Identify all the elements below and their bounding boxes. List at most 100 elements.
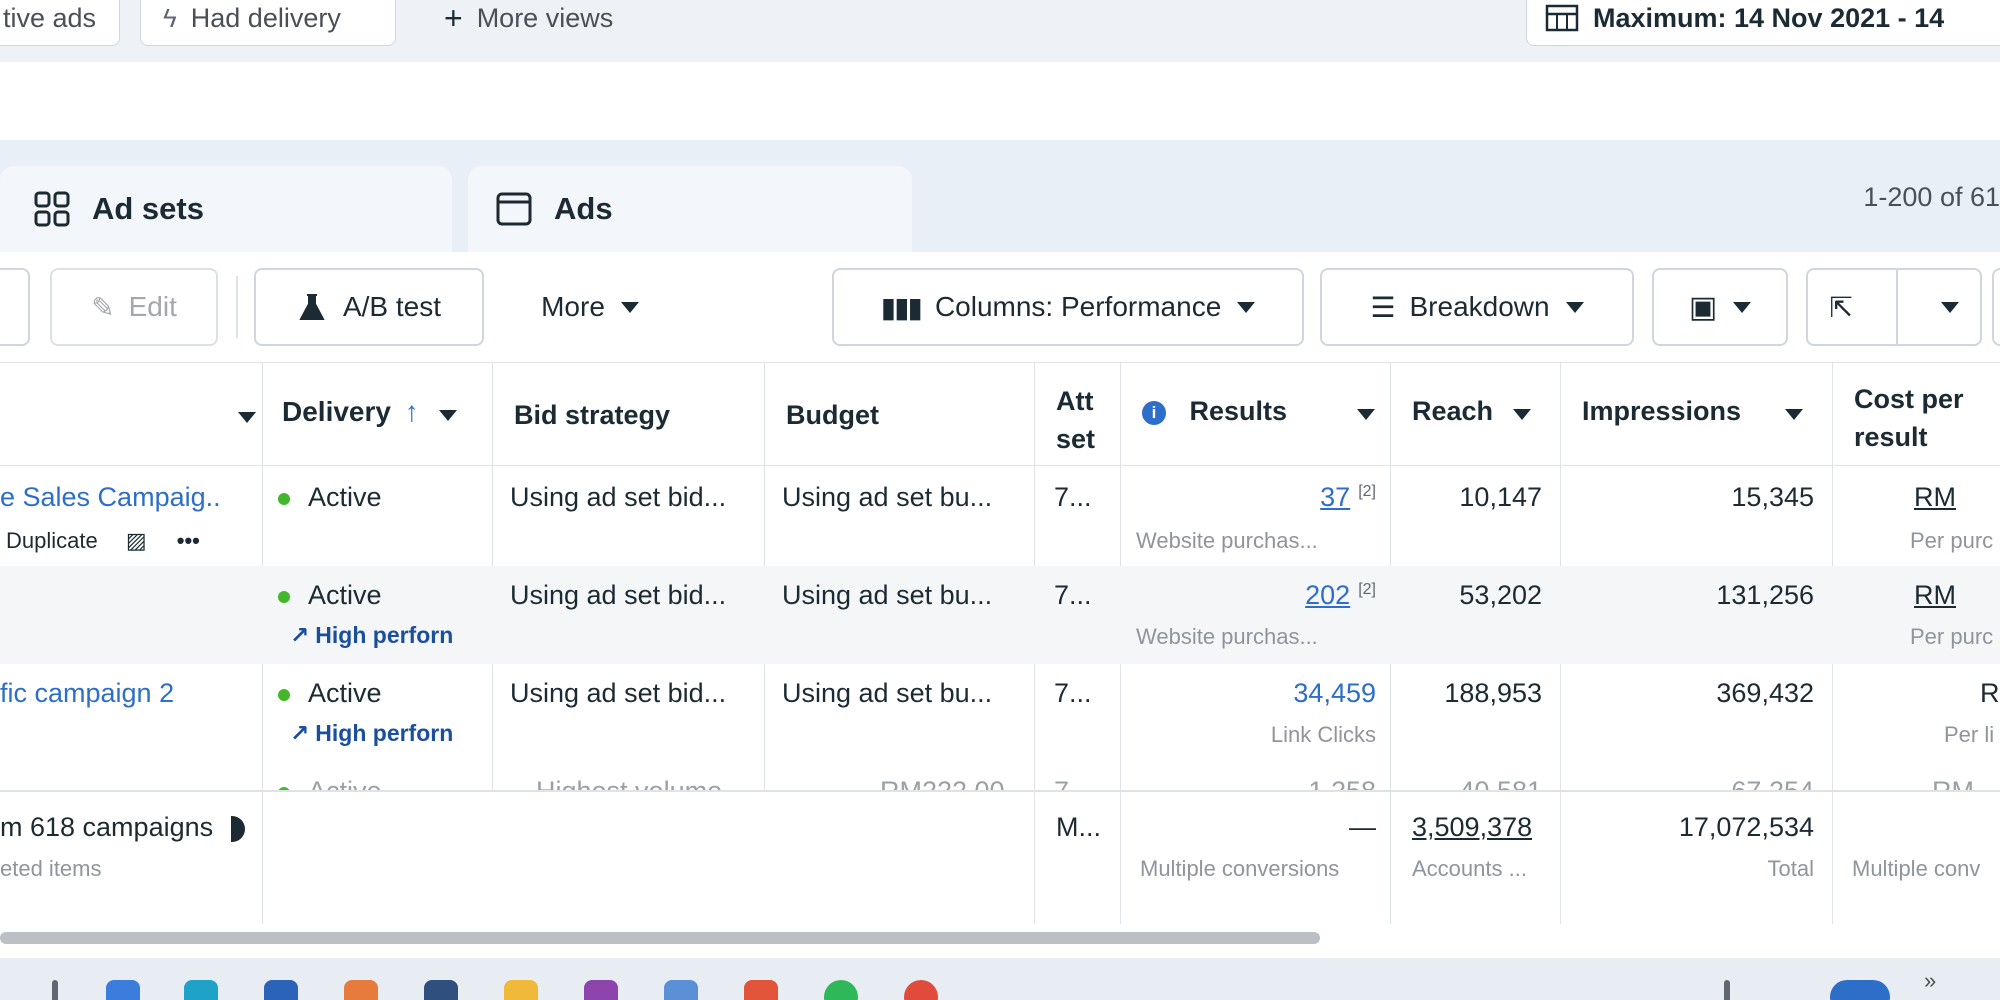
date-range-label: Maximum: 14 Nov 2021 - 14 (1593, 2, 1945, 33)
taskbar-app-icon[interactable] (584, 980, 618, 1000)
chevron-down-icon (438, 410, 457, 421)
ad-sets-icon (34, 191, 70, 227)
active-ads-label: tive ads (3, 2, 97, 33)
header-budget[interactable]: Budget (786, 400, 879, 431)
info-icon[interactable]: i (1142, 400, 1166, 425)
totals-attribution: M... (1056, 812, 1101, 842)
header-delivery-label: Delivery (282, 396, 391, 427)
impressions-value: 369,432 (1716, 678, 1814, 708)
results-type: Link Clicks (1270, 722, 1376, 747)
header-cost-per-result[interactable]: Cost per result (1854, 380, 1964, 456)
results-value[interactable]: 37 [2] (1124, 482, 1376, 513)
had-delivery-label: Had delivery (190, 2, 341, 33)
had-delivery-filter[interactable]: ϟ Had delivery (140, 0, 396, 46)
header-attribution-setting[interactable]: Att set (1056, 382, 1095, 458)
results-value[interactable]: 34,459 (1124, 678, 1376, 709)
totals-reach[interactable]: 3,509,378 (1412, 812, 1532, 843)
export-icon: ⇱ (1829, 291, 1853, 323)
date-range-picker[interactable]: Maximum: 14 Nov 2021 - 14 (1526, 0, 2000, 46)
budget-value: Using ad set bu... (782, 482, 993, 512)
table-row-partial[interactable]: Active Highest volume RM222.00 7... 1,25… (0, 762, 2000, 790)
flask-icon (299, 294, 325, 320)
high-performing-badge: ↗ High perforn (290, 720, 476, 747)
columns-dropdown[interactable]: ▮▮▮ Columns: Performance (832, 268, 1304, 346)
tab-ad-sets[interactable]: Ad sets (0, 166, 452, 252)
impressions-value: 15,345 (1731, 482, 1814, 512)
active-status-dot (278, 688, 290, 701)
header-cost-line2: result (1854, 422, 1928, 452)
results-number[interactable]: 202 (1305, 580, 1350, 610)
more-views-label: More views (476, 2, 614, 33)
header-reach-label: Reach (1412, 396, 1494, 426)
overflow-chevron-icon[interactable]: » (1924, 968, 1936, 994)
more-options-icon[interactable]: ••• (177, 528, 200, 553)
attribution-value: 7... (1054, 482, 1092, 512)
chart-icon[interactable]: ▨ (126, 528, 147, 553)
results-partial: 1,258 (1124, 776, 1376, 790)
attribution-value: 7... (1054, 580, 1092, 610)
more-dropdown[interactable]: More (500, 268, 680, 346)
results-type: Website purchas... (1136, 528, 1318, 553)
budget-partial: RM222.00 (880, 776, 1005, 790)
cost-per-result-type: Per purc (1910, 528, 1994, 553)
attribution-value: 7... (1054, 678, 1092, 708)
budget-value: Using ad set bu... (782, 678, 993, 708)
campaign-name-link[interactable]: e Sales Campaig... (0, 482, 220, 513)
totals-label-text: m 618 campaigns (0, 812, 214, 842)
taskbar-app-icon[interactable] (344, 980, 378, 1000)
totals-cost-sub: Multiple conv (1852, 856, 1981, 881)
tab-ads[interactable]: Ads (468, 166, 912, 252)
taskbar-folder-icon[interactable] (504, 980, 538, 1000)
taskbar-app-icon[interactable] (664, 980, 698, 1000)
cost-per-result-value[interactable]: RM (1914, 482, 1956, 513)
results-value[interactable]: 202 [2] (1124, 580, 1376, 611)
scrollbar-thumb[interactable] (0, 932, 1320, 944)
duplicate-action[interactable]: Duplicate (6, 528, 98, 553)
split-divider (1895, 269, 1898, 345)
header-att-line2: set (1056, 424, 1096, 454)
cost-per-result-value[interactable]: RM (1914, 580, 1956, 611)
active-ads-filter[interactable]: tive ads (0, 0, 120, 46)
chevron-down-icon (1356, 409, 1375, 420)
delivery-status-label: Active (308, 580, 382, 610)
ad-icon (496, 192, 532, 226)
more-actions-button[interactable] (1992, 268, 2000, 346)
header-impressions[interactable]: Impressions (1582, 396, 1803, 427)
ads-manager-screen: tive ads ϟ Had delivery + More views Max… (0, 0, 2000, 1000)
campaign-name-link[interactable]: fic campaign 2 (0, 678, 220, 709)
chevron-down-icon (620, 301, 639, 313)
results-number[interactable]: 37 (1320, 482, 1350, 512)
high-performing-badge: ↗ High perforn (290, 622, 476, 649)
column-divider (262, 790, 263, 924)
taskbar-browser-icon[interactable] (184, 980, 218, 1000)
header-bid-strategy[interactable]: Bid strategy (514, 400, 670, 431)
taskbar-app-icon[interactable] (106, 980, 140, 1000)
more-views-button[interactable]: + More views (422, 0, 672, 46)
lightning-icon: ϟ (163, 2, 177, 33)
taskbar-app-icon[interactable] (744, 980, 778, 1000)
tab-ads-label: Ads (554, 191, 613, 226)
delivery-status: Active (278, 482, 382, 513)
delivery-status-label: Active (308, 776, 382, 790)
delivery-status-partial: Active (278, 776, 382, 790)
taskbar-app-icon[interactable] (424, 980, 458, 1000)
reports-dropdown[interactable]: ▣ (1652, 268, 1788, 346)
header-delivery[interactable]: Delivery ↑ (282, 396, 457, 428)
export-dropdown[interactable]: ⇱ (1806, 268, 1982, 346)
cost-per-result-value[interactable]: R (1980, 678, 2000, 709)
breakdown-dropdown[interactable]: ☰ Breakdown (1320, 268, 1634, 346)
cost-per-result-type: Per purc (1910, 624, 1994, 649)
chevron-down-icon[interactable] (238, 412, 256, 423)
duplicate-button[interactable] (0, 268, 30, 346)
delivery-status-label: Active (308, 482, 382, 512)
os-taskbar (0, 958, 2000, 1000)
taskbar-app-icon[interactable] (264, 980, 298, 1000)
header-reach[interactable]: Reach (1412, 396, 1531, 427)
ab-test-button[interactable]: A/B test (254, 268, 484, 346)
chevron-down-icon (1237, 301, 1256, 313)
info-half-icon[interactable] (230, 815, 245, 842)
edit-button[interactable]: ✎ Edit (50, 268, 218, 346)
columns-icon: ▮▮▮ (880, 291, 923, 323)
taskbar-tray-icon[interactable] (1830, 980, 1890, 1000)
header-results[interactable]: i Results (1142, 396, 1375, 427)
